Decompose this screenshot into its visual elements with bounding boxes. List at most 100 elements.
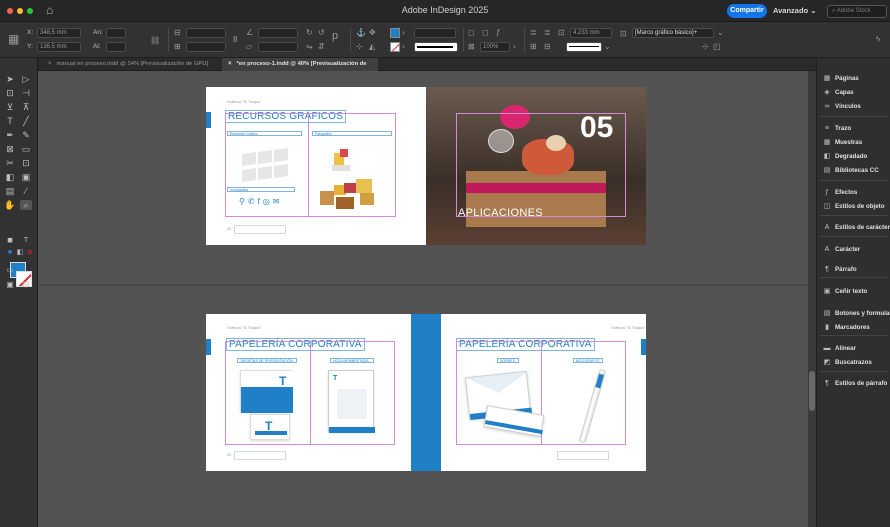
- eyedropper-icon[interactable]: ⁄: [20, 186, 32, 196]
- rotate-cw-icon[interactable]: ↻: [306, 28, 313, 37]
- y-field[interactable]: 136,5 mm: [37, 42, 81, 52]
- close-icon[interactable]: ×: [228, 61, 232, 67]
- distribute-vertical-icon[interactable]: ⊟: [544, 42, 551, 51]
- preview-mode-icon[interactable]: ⊟: [20, 280, 32, 290]
- tab-manual-en-proceso[interactable]: × manual en proceso.indd @ 24% [Previsual…: [42, 58, 220, 71]
- panel-paragraph-styles[interactable]: ¶ Estilos de párrafo: [817, 377, 890, 391]
- distribute-icon[interactable]: ⊞: [530, 42, 537, 51]
- scale-y-field[interactable]: [186, 42, 226, 52]
- frame-style-dropdown[interactable]: [Marco gráfico básico]+: [632, 28, 714, 38]
- panel-paragraph[interactable]: ¶ Párrafo: [817, 263, 890, 277]
- frame-style-chevron-icon[interactable]: ⌄: [717, 28, 724, 37]
- gradient-swatch-icon[interactable]: ◧: [4, 172, 16, 182]
- proportions-icon[interactable]: 8: [233, 35, 237, 44]
- stroke-dropdown-icon[interactable]: ›: [402, 42, 405, 51]
- tab-en-proceso-1[interactable]: × *en proceso-1.indd @ 40% [Previsualizac…: [222, 58, 378, 80]
- panel-cc-libraries[interactable]: ▤ Bibliotecas CC: [817, 164, 890, 178]
- panel-bookmarks[interactable]: ▮ Marcadores: [817, 321, 890, 335]
- panel-swatches[interactable]: ▦ Muestras: [817, 136, 890, 150]
- lightning-icon[interactable]: ϟ: [876, 35, 880, 44]
- fitting-icon[interactable]: ⊹: [702, 42, 709, 51]
- workspace-switcher[interactable]: Avanzado ⌄: [773, 6, 817, 15]
- opacity-dropdown-icon[interactable]: ›: [513, 42, 516, 51]
- select-previous-icon[interactable]: ⊹: [356, 42, 363, 51]
- panel-stroke[interactable]: ≡ Trazo: [817, 122, 890, 136]
- corner-shape-icon[interactable]: ◻: [468, 28, 475, 37]
- flip-horizontal-icon[interactable]: ⇋: [306, 42, 313, 51]
- screen-mode-icon[interactable]: ▭: [4, 266, 16, 276]
- fill-dropdown-icon[interactable]: ›: [402, 28, 405, 37]
- formatting-container-icon[interactable]: ◼: [4, 236, 16, 246]
- panel-layers[interactable]: ◈ Capas: [817, 86, 890, 100]
- close-icon[interactable]: ×: [48, 61, 52, 67]
- stroke-weight-mm-field[interactable]: 4,233 mm: [570, 28, 612, 38]
- vertical-scrollbar[interactable]: [808, 71, 816, 527]
- gap-tool-icon[interactable]: ⊣: [20, 88, 32, 98]
- selection-icon[interactable]: ➤: [4, 74, 16, 84]
- panel-gradient[interactable]: ◧ Degradado: [817, 150, 890, 164]
- pen-tool-icon[interactable]: ✒: [4, 130, 16, 140]
- stock-search-input[interactable]: ⌕ Adobe Stock: [827, 5, 887, 18]
- scale-x-field[interactable]: [186, 28, 226, 38]
- panel-object-styles[interactable]: ◫ Estilos de objeto: [817, 200, 890, 214]
- hand-icon[interactable]: ✋: [4, 200, 16, 210]
- panel-buttons-forms[interactable]: ▤ Botones y formularios: [817, 307, 890, 321]
- effects-icon[interactable]: ƒ: [496, 28, 500, 37]
- content-collector-icon[interactable]: ⊻: [4, 102, 16, 112]
- panel-character-styles[interactable]: A Estilos de carácter: [817, 221, 890, 235]
- normal-mode-icon[interactable]: ▣: [4, 280, 16, 290]
- spread2-left-page[interactable]: Gráficos "El Tinajon" PAPELERÍA CORPORAT…: [206, 314, 411, 471]
- zoom-icon[interactable]: ⌕: [20, 200, 32, 210]
- content-placer-icon[interactable]: ⊼: [20, 102, 32, 112]
- rotate-ccw-icon[interactable]: ↺: [318, 28, 325, 37]
- scrollbar-thumb[interactable]: [809, 371, 815, 411]
- align-center-icon[interactable]: ≣: [544, 28, 551, 37]
- free-transform-icon[interactable]: ⊡: [20, 158, 32, 168]
- gradient-feather-icon[interactable]: ▣: [20, 172, 32, 182]
- note-icon[interactable]: ▤: [4, 186, 16, 196]
- panel-pathfinder[interactable]: ◩ Buscatrazos: [817, 356, 890, 370]
- spread2-right-page[interactable]: Gráficos "El Tinajon" PAPELERÍA CORPORAT…: [441, 314, 646, 471]
- align-left-icon[interactable]: ≣: [530, 28, 537, 37]
- pencil-tool-icon[interactable]: ✎: [20, 130, 32, 140]
- formatting-text-icon[interactable]: T: [20, 236, 32, 246]
- page-tool-icon[interactable]: ⊡: [4, 88, 16, 98]
- apply-none-icon[interactable]: ⧄: [24, 248, 36, 258]
- rotate-field[interactable]: [258, 28, 298, 38]
- panel-align[interactable]: ▬ Alinear: [817, 342, 890, 356]
- select-next-icon[interactable]: ◭: [369, 42, 375, 51]
- rectangle-icon[interactable]: ▭: [20, 144, 32, 154]
- x-field[interactable]: 348,5 mm: [37, 28, 81, 38]
- scissors-icon[interactable]: ✂: [4, 158, 16, 168]
- drop-shadow-icon[interactable]: ◻: [482, 28, 489, 37]
- stroke-color-swatch[interactable]: [390, 42, 400, 52]
- panel-pages[interactable]: ▦ Páginas: [817, 72, 890, 86]
- auto-fit-icon[interactable]: ◰: [713, 42, 721, 51]
- line-tool-icon[interactable]: ╱: [20, 116, 32, 126]
- fill-color-swatch[interactable]: [390, 28, 400, 38]
- reference-point-icon[interactable]: ▦: [8, 32, 19, 46]
- flip-vertical-icon[interactable]: ⇵: [318, 42, 325, 51]
- share-button[interactable]: Compartir: [727, 4, 767, 18]
- spread1-right-page[interactable]: 05 APLICACIONES: [426, 87, 646, 245]
- shear-field[interactable]: [258, 42, 298, 52]
- spread1-left-page[interactable]: Gráficos "El Tinajon" RECURSOS GRÁFICOS …: [206, 87, 426, 245]
- stroke-style-chevron-icon[interactable]: ⌄: [604, 42, 611, 51]
- stroke-type-dropdown[interactable]: [414, 42, 458, 52]
- panel-links[interactable]: ∞ Vínculos: [817, 100, 890, 114]
- zoom-percent-field[interactable]: 100%: [480, 42, 510, 52]
- type-tool-icon[interactable]: T: [4, 116, 16, 126]
- height-field[interactable]: [106, 42, 126, 52]
- stroke-weight-field[interactable]: [414, 28, 456, 38]
- document-canvas[interactable]: Gráficos "El Tinajon" RECURSOS GRÁFICOS …: [38, 71, 808, 527]
- select-container-icon[interactable]: ⚓: [356, 28, 366, 37]
- width-field[interactable]: [106, 28, 126, 38]
- constrain-link-icon[interactable]: ⛓: [150, 36, 160, 45]
- panel-effects[interactable]: ƒ Efectos: [817, 186, 890, 200]
- panel-character[interactable]: A Carácter: [817, 243, 890, 257]
- panel-text-wrap[interactable]: ▣ Ceñir texto: [817, 285, 890, 299]
- rectangle-frame-icon[interactable]: ⊠: [4, 144, 16, 154]
- select-content-icon[interactable]: ✥: [369, 28, 376, 37]
- stroke-style-dropdown[interactable]: [566, 42, 602, 52]
- direct-selection-icon[interactable]: ▷: [20, 74, 32, 84]
